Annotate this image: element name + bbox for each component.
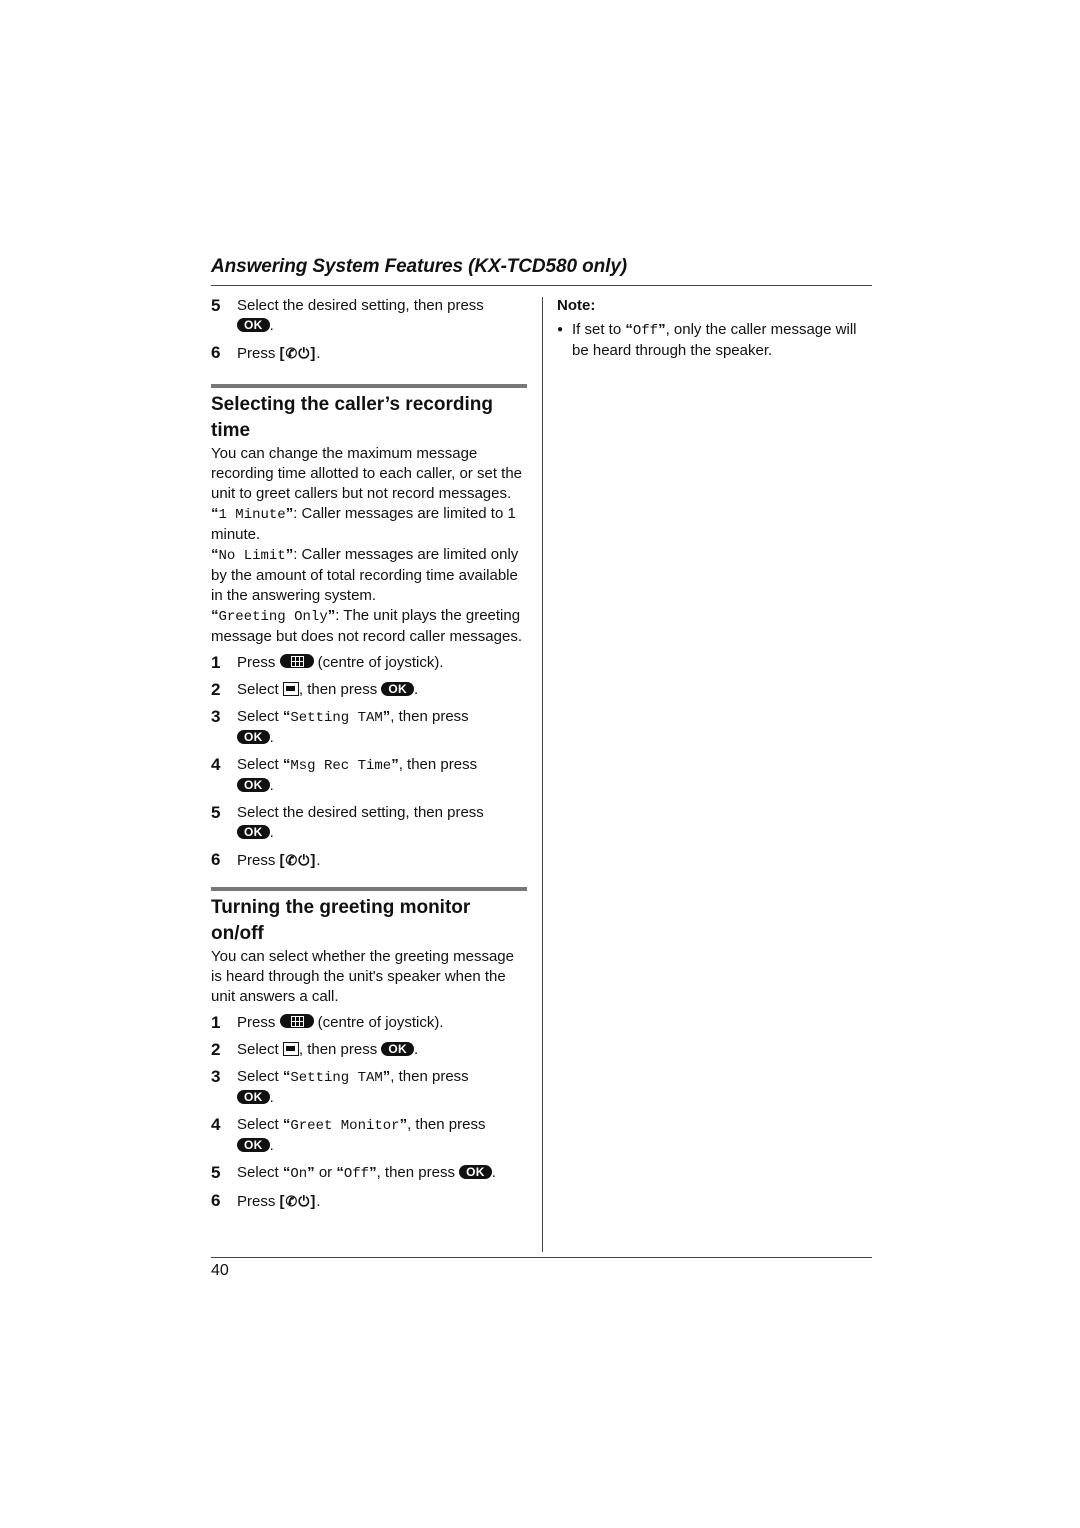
left-column: 5 Select the desired setting, then press… [211, 296, 527, 1219]
page-header-title: Answering System Features (KX-TCD580 onl… [211, 256, 628, 277]
answering-machine-icon [282, 682, 299, 696]
step-number: 6 [211, 343, 221, 362]
section-intro: You can select whether the greeting mess… [211, 948, 514, 1005]
option-name: No Limit [218, 548, 286, 564]
step: 6 Press [✆⏻]. [211, 1191, 321, 1210]
step-text: Press [237, 345, 280, 362]
ok-button-icon: OK [237, 318, 270, 332]
step: 6 Press [✆⏻]. [211, 343, 321, 362]
option-description: “1 Minute”: Caller messages are limited … [211, 505, 516, 543]
step-text: Select the desired setting, then press [237, 297, 484, 314]
step: 6 Press [✆⏻]. [211, 850, 321, 869]
ok-button-icon: OK [237, 1090, 270, 1104]
note-title: Note: [557, 297, 596, 314]
section-rule [211, 887, 527, 891]
note-bullet: If set to “Off”, only the caller message… [557, 320, 872, 361]
step: 2 Select , then press OK. [211, 680, 419, 699]
page-number: 40 [211, 1262, 229, 1279]
option-description: “Greeting Only”: The unit plays the gree… [211, 607, 522, 645]
off-key-icon: [✆⏻] [279, 345, 317, 362]
ok-button-icon: OK [237, 825, 270, 839]
section-title: Selecting the caller’s recording time [211, 394, 493, 441]
ok-button-icon: OK [237, 778, 270, 792]
step: 3 Select “Setting TAM”, then press OK. [211, 707, 469, 746]
section-rule [211, 384, 527, 388]
step: 1 Press (centre of joystick). [211, 1013, 444, 1032]
option-name: Greeting Only [218, 609, 328, 625]
ok-button-icon: OK [237, 730, 270, 744]
header-rule [211, 285, 872, 286]
footer-rule [211, 1257, 872, 1258]
menu-item-name: Msg Rec Time [290, 758, 392, 774]
option-name: 1 Minute [218, 507, 286, 523]
step: 1 Press (centre of joystick). [211, 653, 444, 672]
section-title: Turning the greeting monitor on/off [211, 897, 471, 944]
off-key-icon: [✆⏻] [279, 852, 317, 869]
menu-item-name: Setting TAM [290, 1070, 383, 1086]
menu-item-name: Off [632, 323, 659, 339]
step: 2 Select , then press OK. [211, 1040, 419, 1059]
off-key-icon: [✆⏻] [279, 1193, 317, 1210]
option-description: “No Limit”: Caller messages are limited … [211, 546, 519, 604]
ok-button-icon: OK [381, 682, 415, 696]
menu-item-name: Setting TAM [290, 710, 383, 726]
step: 3 Select “Setting TAM”, then press OK. [211, 1067, 469, 1106]
step: 4 Select “Greet Monitor”, then press OK. [211, 1115, 486, 1154]
ok-button-icon: OK [381, 1042, 415, 1056]
column-divider [542, 297, 543, 1252]
menu-joystick-icon [279, 654, 314, 668]
step: 5 Select the desired setting, then press… [211, 803, 484, 841]
right-column: Note: If set to “Off”, only the caller m… [557, 296, 872, 361]
menu-item-name: Greet Monitor [290, 1118, 400, 1134]
section-intro: You can change the maximum message recor… [211, 445, 523, 502]
menu-item-name: On [290, 1166, 308, 1182]
menu-item-name: Off [343, 1166, 370, 1182]
ok-button-icon: OK [459, 1165, 492, 1179]
ok-button-icon: OK [237, 1138, 270, 1152]
step-number: 5 [211, 296, 221, 315]
menu-joystick-icon [279, 1014, 314, 1028]
step: 4 Select “Msg Rec Time”, then press OK. [211, 755, 478, 794]
step: 5 Select “On” or “Off”, then press OK. [211, 1163, 496, 1182]
step: 5 Select the desired setting, then press… [211, 296, 484, 334]
answering-machine-icon [282, 1042, 299, 1056]
